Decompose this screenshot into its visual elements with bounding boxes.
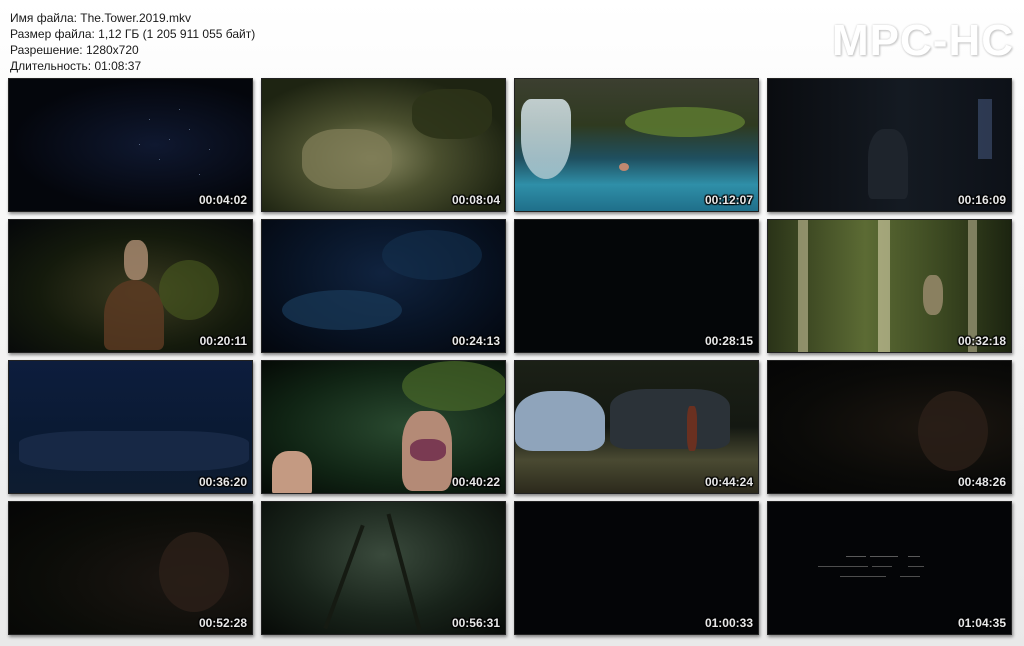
mpc-hc-logo: MPC-HC <box>832 16 1014 65</box>
thumbnail-frame: 00:16:09 <box>767 78 1012 212</box>
frame-image <box>515 79 758 211</box>
frame-image <box>768 502 1011 634</box>
thumbnail-frame: 00:48:26 <box>767 360 1012 494</box>
thumbnail-frame: 01:00:33 <box>514 501 759 635</box>
duration-line: Длительность: 01:08:37 <box>10 59 142 73</box>
frame-image <box>262 361 505 493</box>
timestamp-label: 00:08:04 <box>451 193 500 207</box>
frame-image <box>515 502 758 634</box>
thumbnail-frame: 00:28:15 <box>514 219 759 353</box>
timestamp-label: 00:04:02 <box>198 193 247 207</box>
thumbnail-frame: 00:20:11 <box>8 219 253 353</box>
thumbnail-frame: 00:44:24 <box>514 360 759 494</box>
timestamp-label: 00:52:28 <box>198 616 247 630</box>
file-name-line: Имя файла: The.Tower.2019.mkv <box>10 11 192 25</box>
timestamp-label: 00:24:13 <box>451 334 500 348</box>
file-info-panel: Имя файла: The.Tower.2019.mkv Размер фай… <box>10 10 255 74</box>
timestamp-label: 00:44:24 <box>704 475 753 489</box>
timestamp-label: 00:28:15 <box>704 334 753 348</box>
thumbnail-frame: 00:56:31 <box>261 501 506 635</box>
thumbnail-frame: 01:04:35 <box>767 501 1012 635</box>
frame-image <box>9 502 252 634</box>
thumbnail-frame: 00:36:20 <box>8 360 253 494</box>
frame-image <box>262 79 505 211</box>
thumbnail-frame: 00:12:07 <box>514 78 759 212</box>
frame-image <box>768 220 1011 352</box>
thumbnail-frame: 00:32:18 <box>767 219 1012 353</box>
thumbnail-frame: 00:04:02 <box>8 78 253 212</box>
timestamp-label: 00:40:22 <box>451 475 500 489</box>
timestamp-label: 00:16:09 <box>957 193 1006 207</box>
timestamp-label: 00:20:11 <box>199 334 247 348</box>
timestamp-label: 00:36:20 <box>198 475 247 489</box>
thumbnail-frame: 00:08:04 <box>261 78 506 212</box>
frame-image <box>9 79 252 211</box>
timestamp-label: 00:56:31 <box>451 616 500 630</box>
frame-image <box>262 220 505 352</box>
timestamp-label: 01:04:35 <box>957 616 1006 630</box>
frame-image <box>768 79 1011 211</box>
thumbnail-grid: 00:04:02 00:08:04 00:12:07 00:16:09 00:2… <box>8 78 1012 635</box>
timestamp-label: 01:00:33 <box>704 616 753 630</box>
thumbnail-frame: 00:40:22 <box>261 360 506 494</box>
frame-image <box>9 361 252 493</box>
frame-image <box>768 361 1011 493</box>
frame-image <box>515 361 758 493</box>
timestamp-label: 00:48:26 <box>957 475 1006 489</box>
thumbnail-frame: 00:52:28 <box>8 501 253 635</box>
frame-image <box>9 220 252 352</box>
resolution-line: Разрешение: 1280x720 <box>10 43 139 57</box>
timestamp-label: 00:12:07 <box>704 193 753 207</box>
file-size-line: Размер файла: 1,12 ГБ (1 205 911 055 бай… <box>10 27 256 41</box>
frame-image <box>515 220 758 352</box>
thumbnail-frame: 00:24:13 <box>261 219 506 353</box>
frame-image <box>262 502 505 634</box>
timestamp-label: 00:32:18 <box>957 334 1006 348</box>
